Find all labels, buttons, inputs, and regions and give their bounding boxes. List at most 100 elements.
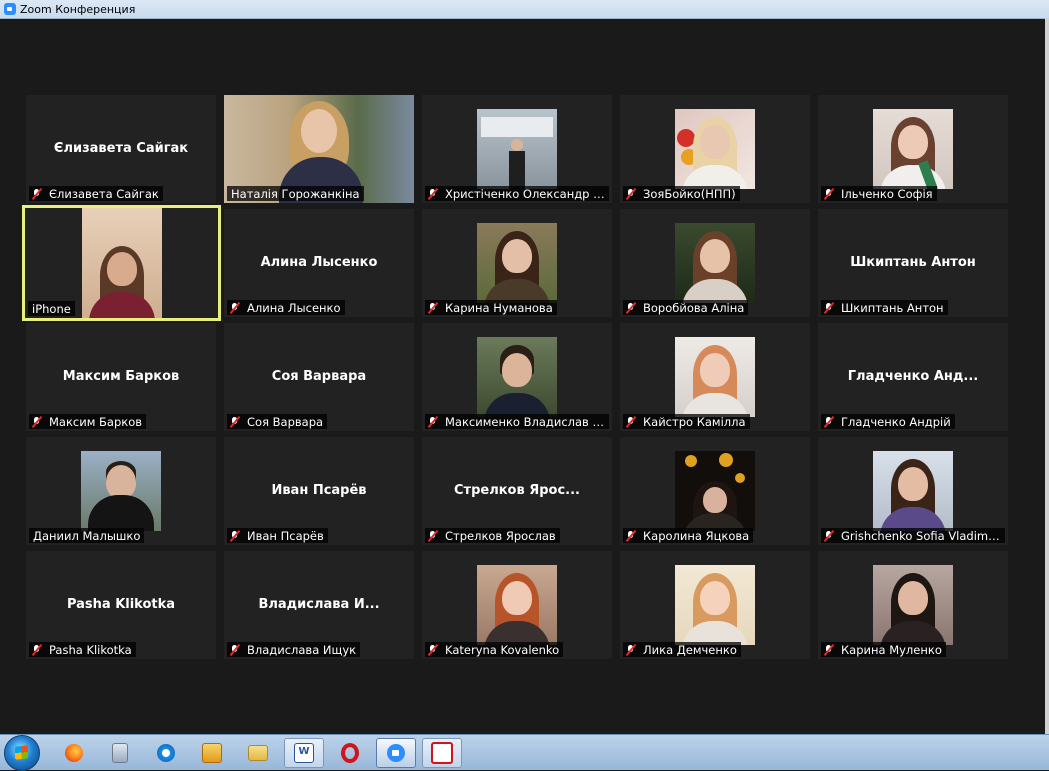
- participant-display-name: Гладченко Анд...: [847, 369, 979, 384]
- muted-microphone-icon: [427, 416, 439, 428]
- participant-nameplate: Иван Псарёв: [227, 528, 328, 543]
- participant-tile[interactable]: Лика Демченко: [620, 551, 810, 659]
- participant-nameplate: Kateryna Kovalenko: [425, 642, 564, 657]
- participant-video: [675, 337, 755, 417]
- participant-nameplate: Каролина Яцкова: [623, 528, 754, 543]
- participant-tile[interactable]: Ільченко Софія: [818, 95, 1008, 203]
- muted-microphone-icon: [427, 644, 439, 656]
- participant-tile[interactable]: Даниил Малышко: [26, 437, 216, 545]
- taskbar-screen-capture[interactable]: [422, 737, 462, 768]
- participant-tile[interactable]: Kateryna Kovalenko: [422, 551, 612, 659]
- participant-display-name: Pasha Klikotka: [66, 597, 176, 612]
- muted-microphone-icon: [229, 416, 241, 428]
- participant-display-name: Иван Псарёв: [271, 483, 367, 498]
- participant-name-label: Алина Лысенко: [247, 300, 341, 315]
- muted-microphone-icon: [229, 302, 241, 314]
- participant-nameplate: Максименко Владислав М...: [425, 414, 609, 429]
- participant-nameplate: iPhone: [28, 301, 75, 316]
- internet-explorer-icon: [157, 743, 175, 762]
- taskbar-file-explorer[interactable]: [238, 738, 278, 768]
- participant-nameplate: Максим Барков: [29, 414, 147, 429]
- participant-name-label: Соя Варвара: [247, 414, 324, 429]
- word-icon: W: [294, 742, 314, 763]
- participant-nameplate: Ільченко Софія: [821, 186, 937, 201]
- participant-video: [675, 109, 755, 189]
- participant-nameplate: Лика Демченко: [623, 642, 741, 657]
- participant-name-label: Иван Псарёв: [247, 528, 324, 543]
- taskbar-opera[interactable]: [330, 738, 370, 768]
- participant-tile[interactable]: Grishchenko Sofia Vladimir...: [818, 437, 1008, 545]
- participant-video: [477, 565, 557, 645]
- participant-video: [873, 565, 953, 645]
- participant-tile[interactable]: Каролина Яцкова: [620, 437, 810, 545]
- file-explorer-icon: [248, 744, 268, 761]
- participant-tile[interactable]: ЗояБойко(НПП): [620, 95, 810, 203]
- participant-nameplate: Воробйова Аліна: [623, 300, 749, 315]
- participant-tile[interactable]: Кайстро Камілла: [620, 323, 810, 431]
- screen-capture-icon: [431, 741, 453, 764]
- participant-tile[interactable]: Стрелков Ярос... Стрелков Ярослав: [422, 437, 612, 545]
- muted-microphone-icon: [625, 530, 637, 542]
- participant-display-name: Максим Барков: [62, 369, 180, 384]
- participant-nameplate: Алина Лысенко: [227, 300, 345, 315]
- muted-microphone-icon: [427, 302, 439, 314]
- participant-nameplate: Наталія Горожанкіна: [227, 186, 364, 201]
- muted-microphone-icon: [625, 644, 637, 656]
- participant-tile[interactable]: Наталія Горожанкіна: [224, 95, 414, 203]
- participant-video: [477, 337, 557, 417]
- media-player-icon: [202, 742, 222, 763]
- participant-video: [675, 223, 755, 303]
- participant-tile[interactable]: Алина Лысенко Алина Лысенко: [224, 209, 414, 317]
- participant-tile[interactable]: Pasha Klikotka Pasha Klikotka: [26, 551, 216, 659]
- muted-microphone-icon: [625, 302, 637, 314]
- participant-tile[interactable]: Шкиптань Антон Шкиптань Антон: [818, 209, 1008, 317]
- participant-nameplate: Карина Нуманова: [425, 300, 557, 315]
- participant-tile[interactable]: Гладченко Анд... Гладченко Андрій: [818, 323, 1008, 431]
- start-button[interactable]: [4, 734, 40, 771]
- muted-microphone-icon: [31, 644, 43, 656]
- participant-name-label: Каролина Яцкова: [643, 528, 750, 543]
- participant-video: [81, 208, 162, 318]
- taskbar-calculator[interactable]: [100, 738, 140, 768]
- taskbar-word[interactable]: W: [284, 737, 324, 768]
- muted-microphone-icon: [625, 188, 637, 200]
- participant-video: [675, 451, 755, 531]
- participant-tile[interactable]: Єлизавета Сайгак Єлизавета Сайгак: [26, 95, 216, 203]
- participant-nameplate: Христіченко Олександр М...: [425, 186, 609, 201]
- participant-name-label: Стрелков Ярослав: [445, 528, 556, 543]
- participant-tile[interactable]: Карина Муленко: [818, 551, 1008, 659]
- participant-name-label: Максим Барков: [49, 414, 143, 429]
- participant-tile[interactable]: Максименко Владислав М...: [422, 323, 612, 431]
- participant-name-label: Шкиптань Антон: [841, 300, 944, 315]
- participant-tile[interactable]: Соя Варвара Соя Варвара: [224, 323, 414, 431]
- participant-name-label: Kateryna Kovalenko: [445, 642, 560, 657]
- taskbar-internet-explorer[interactable]: [146, 738, 186, 768]
- zoom-icon: [387, 743, 405, 762]
- participant-name-label: Лика Демченко: [643, 642, 737, 657]
- muted-microphone-icon: [427, 188, 439, 200]
- participant-nameplate: Даниил Малышко: [29, 528, 145, 543]
- participant-nameplate: Кайстро Камілла: [623, 414, 750, 429]
- participant-tile[interactable]: Иван Псарёв Иван Псарёв: [224, 437, 414, 545]
- participant-tile[interactable]: Карина Нуманова: [422, 209, 612, 317]
- participant-name-label: Христіченко Олександр М...: [445, 186, 605, 201]
- taskbar-firefox[interactable]: [54, 738, 94, 768]
- participant-tile[interactable]: Максим Барков Максим Барков: [26, 323, 216, 431]
- muted-microphone-icon: [31, 416, 43, 428]
- participant-name-label: Даниил Малышко: [33, 528, 141, 543]
- participant-nameplate: Pasha Klikotka: [29, 642, 136, 657]
- participant-display-name: Єлизавета Сайгак: [53, 141, 189, 156]
- participant-tile[interactable]: Воробйова Аліна: [620, 209, 810, 317]
- taskbar-zoom[interactable]: [376, 737, 416, 768]
- participant-name-label: Ільченко Софія: [841, 186, 933, 201]
- participant-tile-active-speaker[interactable]: iPhone: [22, 205, 221, 321]
- participant-display-name: Стрелков Ярос...: [454, 483, 580, 498]
- participant-tile[interactable]: Христіченко Олександр М...: [422, 95, 612, 203]
- participant-name-label: Pasha Klikotka: [49, 642, 132, 657]
- participant-display-name: Соя Варвара: [271, 369, 367, 384]
- participant-tile[interactable]: Владислава И... Владислава Ищук: [224, 551, 414, 659]
- calculator-icon: [112, 742, 128, 763]
- taskbar-media-player[interactable]: [192, 738, 232, 768]
- opera-icon: [341, 742, 359, 763]
- participant-name-label: Воробйова Аліна: [643, 300, 745, 315]
